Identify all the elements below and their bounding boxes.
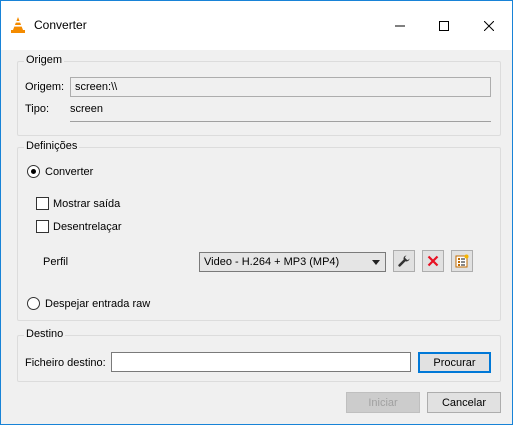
source-group: Origem <box>17 54 501 136</box>
dialog-body: Origem Origem: screen:\\ Tipo: screen De… <box>1 50 512 424</box>
destination-file-input[interactable] <box>111 352 411 372</box>
red-x-icon <box>427 255 439 267</box>
new-profile-icon <box>455 254 469 268</box>
source-group-title: Origem <box>24 54 65 66</box>
deinterlace-label[interactable]: Desentrelaçar <box>53 221 121 233</box>
profile-select[interactable]: Video - H.264 + MP3 (MP4) <box>199 252 386 272</box>
browse-button[interactable]: Procurar <box>418 352 491 373</box>
convert-label[interactable]: Converter <box>45 166 93 178</box>
close-icon <box>484 21 494 31</box>
edit-profile-button[interactable] <box>393 250 415 272</box>
chevron-down-icon <box>372 260 380 265</box>
dump-raw-label[interactable]: Despejar entrada raw <box>45 298 150 310</box>
type-label: Tipo: <box>25 103 50 115</box>
cancel-button[interactable]: Cancelar <box>427 392 501 413</box>
destination-file-label: Ficheiro destino: <box>25 357 106 369</box>
vlc-cone-icon <box>11 17 25 33</box>
origin-field[interactable]: screen:\\ <box>70 77 491 97</box>
delete-profile-button[interactable] <box>422 250 444 272</box>
deinterlace-checkbox[interactable] <box>36 220 49 233</box>
destination-group-title: Destino <box>24 328 66 340</box>
minimize-icon <box>395 25 405 27</box>
origin-label: Origem: <box>25 81 65 93</box>
window-title: Converter <box>34 18 87 32</box>
profile-label: Perfil <box>43 256 69 268</box>
type-value: screen <box>70 103 104 115</box>
show-output-label[interactable]: Mostrar saída <box>53 198 120 210</box>
divider <box>70 121 491 122</box>
title-bar[interactable]: Converter <box>1 1 512 50</box>
dump-raw-radio[interactable] <box>27 297 40 310</box>
settings-group-title: Definições <box>24 140 80 152</box>
maximize-icon <box>439 21 449 31</box>
converter-window: Converter Origem Origem: screen:\\ Tipo:… <box>0 0 513 425</box>
new-profile-button[interactable] <box>451 250 473 272</box>
show-output-checkbox[interactable] <box>36 197 49 210</box>
convert-radio[interactable] <box>27 165 40 178</box>
start-button[interactable]: Iniciar <box>346 392 420 413</box>
close-button[interactable] <box>473 11 505 41</box>
profile-select-value: Video - H.264 + MP3 (MP4) <box>204 256 340 268</box>
maximize-button[interactable] <box>428 11 460 41</box>
minimize-button[interactable] <box>384 11 416 41</box>
wrench-icon <box>398 255 410 267</box>
